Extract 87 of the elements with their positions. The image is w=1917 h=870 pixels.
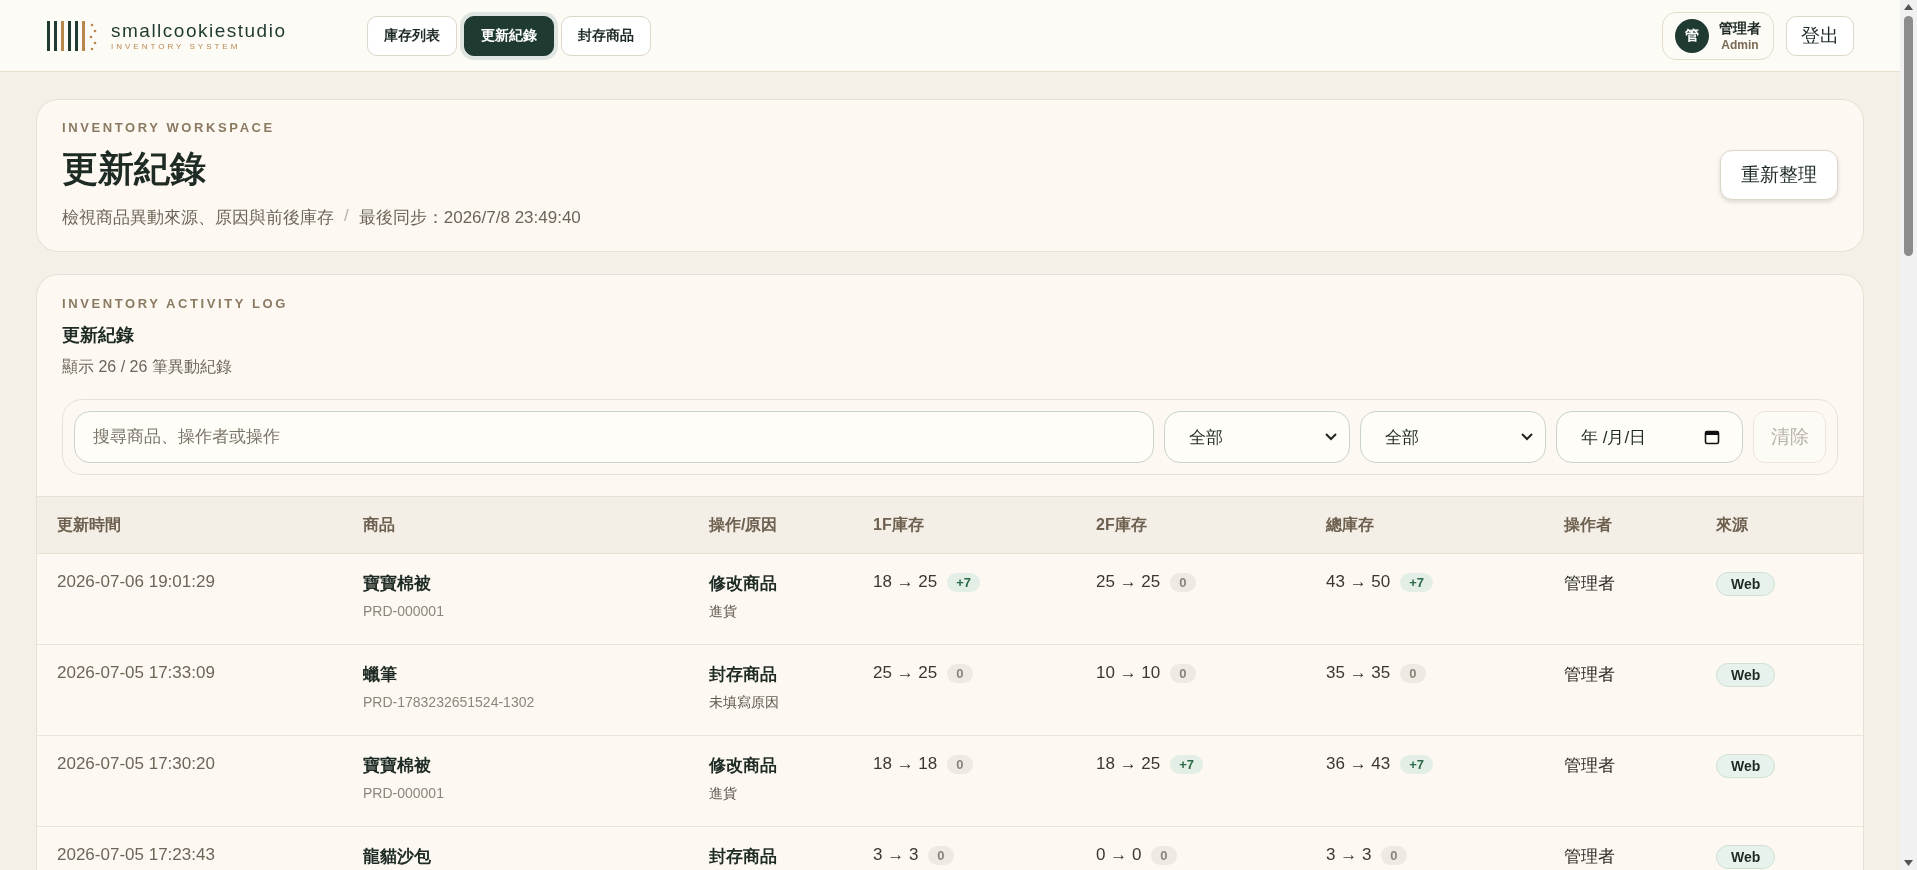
chevron-icon [1325,433,1337,441]
record-count: 顯示 26 / 26 筆異動紀錄 [62,357,233,377]
scroll-thumb[interactable] [1904,16,1913,256]
delta-badge: 0 [1400,663,1426,683]
column-header: 商品 [363,514,396,535]
stock-change: 18 → 18 [873,754,938,774]
column-header: 1F庫存 [873,514,925,535]
separator: / [344,206,349,227]
product-name: 蠟筆 [363,664,398,686]
action-name: 修改商品 [709,573,778,595]
filter-select[interactable]: 全部 [1164,411,1350,463]
delta-badge: +7 [1400,572,1434,592]
page-title: 更新紀錄 [62,147,207,191]
brand-name: smallcookiestudio [111,20,287,42]
column-header: 來源 [1716,514,1749,535]
product-code: PRD-1783232651524-1302 [363,694,536,710]
action-reason: 進貨 [709,603,738,621]
stock-change: 10 → 10 [1096,663,1161,683]
user-chip[interactable]: 管 管理者 Admin [1662,11,1774,60]
page-subtitle: 檢視商品異動來源、原因與前後庫存 [62,207,334,229]
operator-name: 管理者 [1564,573,1616,595]
product-name: 寶寶棉被 [363,573,432,595]
stock-change: 3 → 3 [1326,845,1372,865]
section-eyebrow: INVENTORY ACTIVITY LOG [62,296,289,311]
scrollbar[interactable] [1900,0,1917,870]
source-badge: Web [1716,754,1776,778]
scroll-down-icon[interactable] [1904,860,1913,866]
source-badge: Web [1716,663,1776,687]
action-name: 封存商品 [709,846,778,868]
chevron-icon [1521,433,1533,441]
operator-name: 管理者 [1564,664,1616,686]
timestamp: 2026-07-05 17:23:43 [57,845,216,865]
product-name: 龍貓沙包 [363,846,432,868]
section-title: 更新紀錄 [62,324,135,347]
stock-change: 3 → 3 [873,845,919,865]
column-header: 2F庫存 [1096,514,1148,535]
last-sync: 最後同步：2026/7/8 23:49:40 [358,207,581,229]
stock-change: 43 → 50 [1326,572,1391,592]
column-header: 操作/原因 [709,514,779,535]
delta-badge: +7 [1400,754,1434,774]
delta-badge: +7 [1170,754,1204,774]
filter-select[interactable]: 全部 [1360,411,1546,463]
timestamp: 2026-07-05 17:30:20 [57,754,216,774]
column-header: 總庫存 [1326,514,1375,535]
delta-badge: 0 [1381,845,1407,865]
action-reason: 進貨 [709,785,738,803]
product-code: PRD-000001 [363,603,445,619]
action-reason: 未填寫原因 [709,694,780,712]
brand-tagline: INVENTORY SYSTEM [111,42,242,51]
column-header: 操作者 [1564,514,1613,535]
stock-change: 0 → 0 [1096,845,1142,865]
delta-badge: +7 [947,572,981,592]
action-name: 封存商品 [709,664,778,686]
product-name: 寶寶棉被 [363,755,432,777]
timestamp: 2026-07-06 19:01:29 [57,572,216,592]
stock-change: 36 → 43 [1326,754,1391,774]
avatar: 管 [1675,18,1709,53]
product-code: PRD-000001 [363,785,445,801]
operator-name: 管理者 [1564,846,1616,868]
stock-change: 18 → 25 [873,572,938,592]
source-badge: Web [1716,572,1776,596]
delta-badge: 0 [928,845,954,865]
nav-tab[interactable]: 庫存列表 [367,15,457,56]
stock-change: 35 → 35 [1326,663,1391,683]
user-role: Admin [1721,37,1759,52]
refresh-button[interactable]: 重新整理 [1720,149,1838,200]
action-name: 修改商品 [709,755,778,777]
delta-badge: 0 [1170,572,1196,592]
delta-badge: 0 [1170,663,1196,683]
delta-badge: 0 [947,754,973,774]
stock-change: 25 → 25 [873,663,938,683]
search-field[interactable]: 搜尋商品、操作者或操作 [74,411,1154,463]
calendar-icon [1704,429,1720,445]
stock-change: 18 → 25 [1096,754,1161,774]
column-header: 更新時間 [57,514,122,535]
source-badge: Web [1716,845,1776,869]
delta-badge: 0 [1151,845,1177,865]
date-field[interactable]: 年 /月/日 [1556,411,1743,463]
nav-tab[interactable]: 封存商品 [561,15,651,56]
user-name: 管理者 [1719,19,1761,38]
delta-badge: 0 [947,663,973,683]
timestamp: 2026-07-05 17:33:09 [57,663,216,683]
stock-change: 25 → 25 [1096,572,1161,592]
logout-button[interactable]: 登出 [1786,15,1854,56]
scroll-up-icon[interactable] [1904,4,1913,10]
section-eyebrow: INVENTORY WORKSPACE [62,120,276,135]
operator-name: 管理者 [1564,755,1616,777]
